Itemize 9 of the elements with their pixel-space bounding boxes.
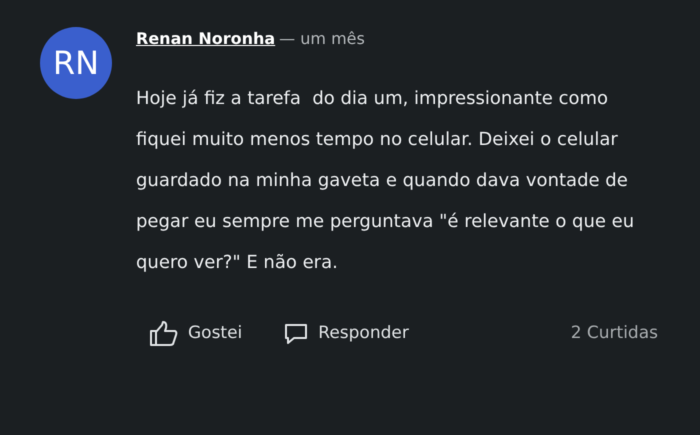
- likes-count: 2 Curtidas: [570, 322, 658, 346]
- like-button[interactable]: Gostei: [150, 321, 242, 347]
- thumbs-up-icon: [150, 321, 178, 347]
- reply-button[interactable]: Responder: [284, 321, 409, 347]
- comment-time: — um mês: [279, 28, 365, 50]
- avatar: RN: [40, 27, 112, 99]
- author-link[interactable]: Renan Noronha: [136, 27, 276, 51]
- comment-text: Hoje já fiz a tarefa do dia um, impressionante como fiquei muito menos tempo no celular. Deixei o celular guardado na minha gaveta e quando dava vontade de pegar eu sempre me perguntava "é relevante o que eu quero ver?" E não era.: [136, 87, 636, 275]
- comment-icon: [284, 323, 308, 345]
